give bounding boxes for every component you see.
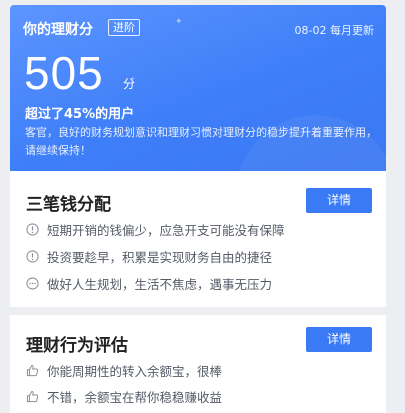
list-item: 不错，余额宝在帮你稳稳赚收益 xyxy=(26,387,222,405)
decorative-sparkle-icon: ✦ xyxy=(175,17,183,27)
exclamation-circle-icon xyxy=(26,249,39,263)
list-item-text: 你能周期性的转入余额宝，很棒 xyxy=(47,363,223,379)
list-item: 做好人生规划，生活不焦虑，遇事无压力 xyxy=(26,274,272,292)
percentile-text: 超过了45%的用户 xyxy=(25,107,135,122)
score-description: 客官，良好的财务规划意识和理财习惯对理财分的稳步提升着重要作用，请继续保持！ xyxy=(25,126,377,157)
level-badge: 进阶 xyxy=(108,19,140,36)
details-button[interactable]: 详情 xyxy=(306,188,372,213)
section-finance-behavior: 理财行为评估 详情 你能周期性的转入余额宝，很棒 不错，余额宝在帮你稳稳赚收益 xyxy=(10,315,386,413)
list-item-text: 不错，余额宝在帮你稳稳赚收益 xyxy=(47,389,223,405)
section-title: 理财行为评估 xyxy=(26,336,128,356)
section-title: 三笔钱分配 xyxy=(26,195,111,215)
exclamation-circle-icon xyxy=(26,222,39,236)
ellipsis-circle-icon xyxy=(26,276,39,290)
thumbs-up-icon xyxy=(26,364,39,376)
list-item: 投资要趁早，积累是实现财务自由的捷径 xyxy=(26,247,272,265)
header-title: 你的理财分 xyxy=(23,22,93,38)
section-three-money-allocation: 三笔钱分配 详情 短期开销的钱偏少，应急开支可能没有保障 投资要趁早，积累是实现… xyxy=(10,171,386,307)
finance-score-header: ✦ ✦ 你的理财分 进阶 08-02 每月更新 505 分 超过了45%的用户 … xyxy=(10,5,386,171)
list-item-text: 短期开销的钱偏少，应急开支可能没有保障 xyxy=(47,222,285,238)
score-unit: 分 xyxy=(123,77,136,91)
list-item: 你能周期性的转入余额宝，很棒 xyxy=(26,361,222,379)
update-note: 08-02 每月更新 xyxy=(294,24,374,37)
list-item: 短期开销的钱偏少，应急开支可能没有保障 xyxy=(26,220,285,238)
thumbs-up-icon xyxy=(26,390,39,402)
details-button[interactable]: 详情 xyxy=(306,327,372,352)
list-item-text: 做好人生规划，生活不焦虑，遇事无压力 xyxy=(47,276,273,292)
list-item-text: 投资要趁早，积累是实现财务自由的捷径 xyxy=(47,249,273,265)
score-value: 505 xyxy=(24,47,104,99)
